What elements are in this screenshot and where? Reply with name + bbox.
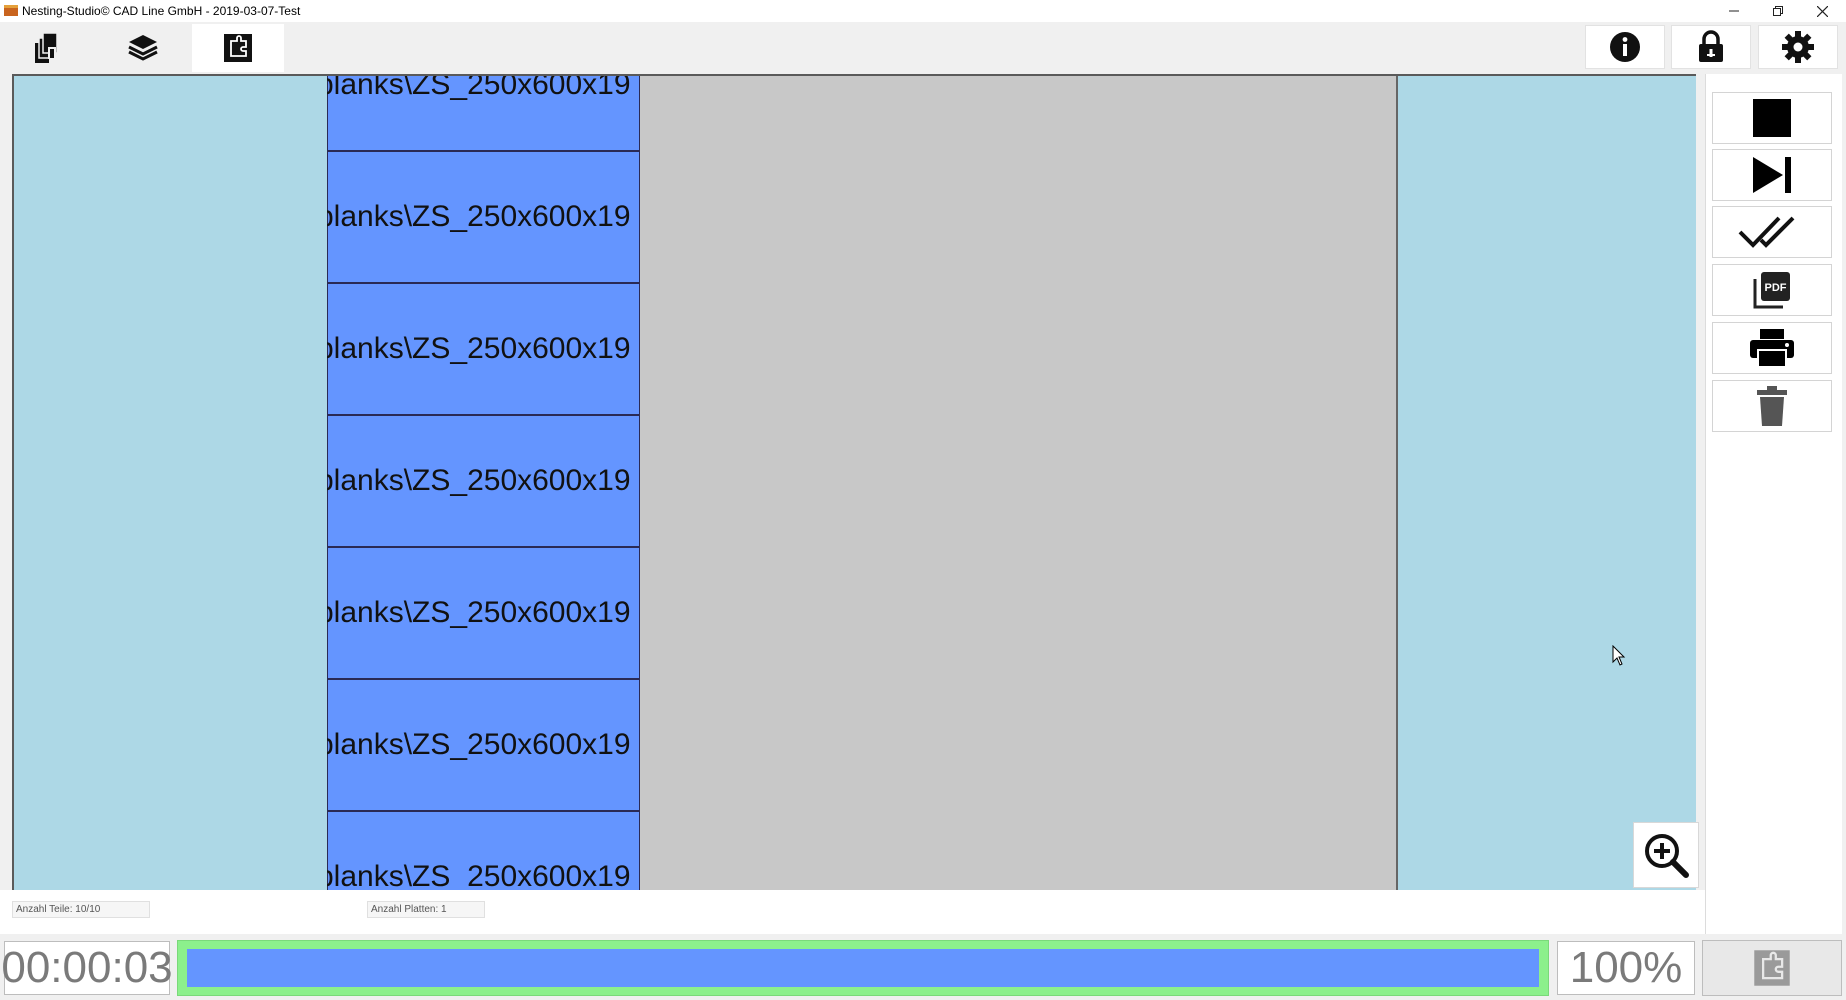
status-row: Anzahl Teile: 10/10 Anzahl Platten: 1 [0, 890, 1705, 934]
start-nesting-button[interactable] [1702, 940, 1842, 996]
main-toolbar [0, 22, 1846, 74]
part-item[interactable]: blanks\ZS_250x600x19 [327, 76, 640, 151]
trash-icon [1757, 386, 1787, 426]
nesting-puzzle-icon [1754, 950, 1790, 986]
nesting-puzzle-icon [224, 34, 252, 62]
confirm-all-button[interactable] [1712, 206, 1832, 258]
gear-icon [1782, 31, 1814, 63]
part-label: blanks\ZS_250x600x19 [327, 860, 631, 892]
parts-count-label: Anzahl Teile: 10/10 [12, 901, 150, 918]
part-label: blanks\ZS_250x600x19 [327, 200, 631, 233]
stop-button[interactable] [1712, 92, 1832, 144]
part-label: blanks\ZS_250x600x19 [327, 332, 631, 365]
plates-count-label: Anzahl Platten: 1 [367, 901, 485, 918]
pdf-icon: PDF [1753, 272, 1790, 309]
settings-button[interactable] [1758, 25, 1838, 69]
elapsed-timer: 00:00:03 [1, 941, 173, 995]
lock-button[interactable] [1671, 25, 1751, 69]
part-item[interactable]: blanks\ZS_250x600x19 [327, 151, 640, 283]
part-label: blanks\ZS_250x600x19 [327, 596, 631, 629]
part-item[interactable]: blanks\ZS_250x600x19 [327, 283, 640, 415]
info-icon [1610, 32, 1640, 62]
svg-text:PDF: PDF [1765, 282, 1787, 294]
part-label: blanks\ZS_250x600x19 [327, 728, 631, 761]
part-item[interactable]: blanks\ZS_250x600x19 [327, 415, 640, 547]
delete-button[interactable] [1712, 380, 1832, 432]
parts-icon [35, 32, 58, 63]
zoom-button[interactable] [1633, 822, 1699, 888]
application-window: Nesting-Studio© CAD Line GmbH - 2019-03-… [0, 0, 1846, 1000]
nesting-canvas[interactable]: blanks\ZS_250x600x19 blanks\ZS_250x600x1… [12, 74, 1696, 892]
tab-parts[interactable] [2, 24, 94, 72]
restore-button[interactable] [1756, 0, 1800, 22]
action-panel: PDF [1705, 74, 1842, 934]
close-icon [1816, 5, 1828, 17]
part-label: blanks\ZS_250x600x19 [327, 464, 631, 497]
title-bar: Nesting-Studio© CAD Line GmbH - 2019-03-… [0, 0, 1846, 22]
part-item[interactable]: blanks\ZS_250x600x19 [327, 811, 640, 892]
print-button[interactable] [1712, 322, 1832, 374]
double-check-icon [1738, 216, 1795, 248]
close-button[interactable] [1800, 0, 1844, 22]
progress-bar [177, 940, 1549, 996]
stop-icon [1753, 99, 1791, 137]
lock-icon [1699, 30, 1723, 62]
mouse-cursor-icon [1612, 645, 1626, 666]
info-button[interactable] [1585, 25, 1665, 69]
skip-next-icon [1753, 157, 1791, 193]
skip-next-button[interactable] [1712, 149, 1832, 201]
parts-column: blanks\ZS_250x600x19 blanks\ZS_250x600x1… [327, 76, 667, 892]
minimize-button[interactable] [1712, 0, 1756, 22]
window-title: Nesting-Studio© CAD Line GmbH - 2019-03-… [22, 4, 301, 18]
progress-fill [187, 949, 1539, 987]
export-pdf-button[interactable]: PDF [1712, 264, 1832, 316]
part-item[interactable]: blanks\ZS_250x600x19 [327, 679, 640, 811]
bottom-bar: 00:00:03 100% [0, 934, 1846, 1000]
progress-percent: 100% [1557, 941, 1695, 995]
part-item[interactable]: blanks\ZS_250x600x19 [327, 547, 640, 679]
minimize-icon [1729, 10, 1739, 12]
part-label: blanks\ZS_250x600x19 [327, 76, 631, 101]
app-logo-icon [4, 5, 18, 16]
tab-layers[interactable] [97, 24, 189, 72]
tab-nesting[interactable] [192, 24, 284, 72]
layers-icon [128, 35, 158, 61]
restore-icon [1773, 6, 1783, 16]
print-icon [1750, 329, 1794, 368]
zoom-in-icon [1645, 834, 1689, 878]
